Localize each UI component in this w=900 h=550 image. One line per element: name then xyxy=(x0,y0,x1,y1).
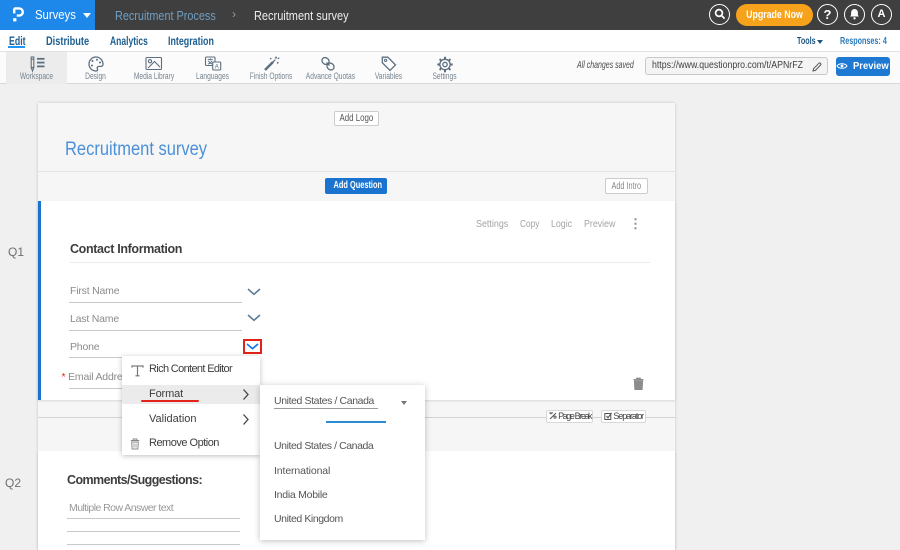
svg-text:A: A xyxy=(214,65,218,71)
